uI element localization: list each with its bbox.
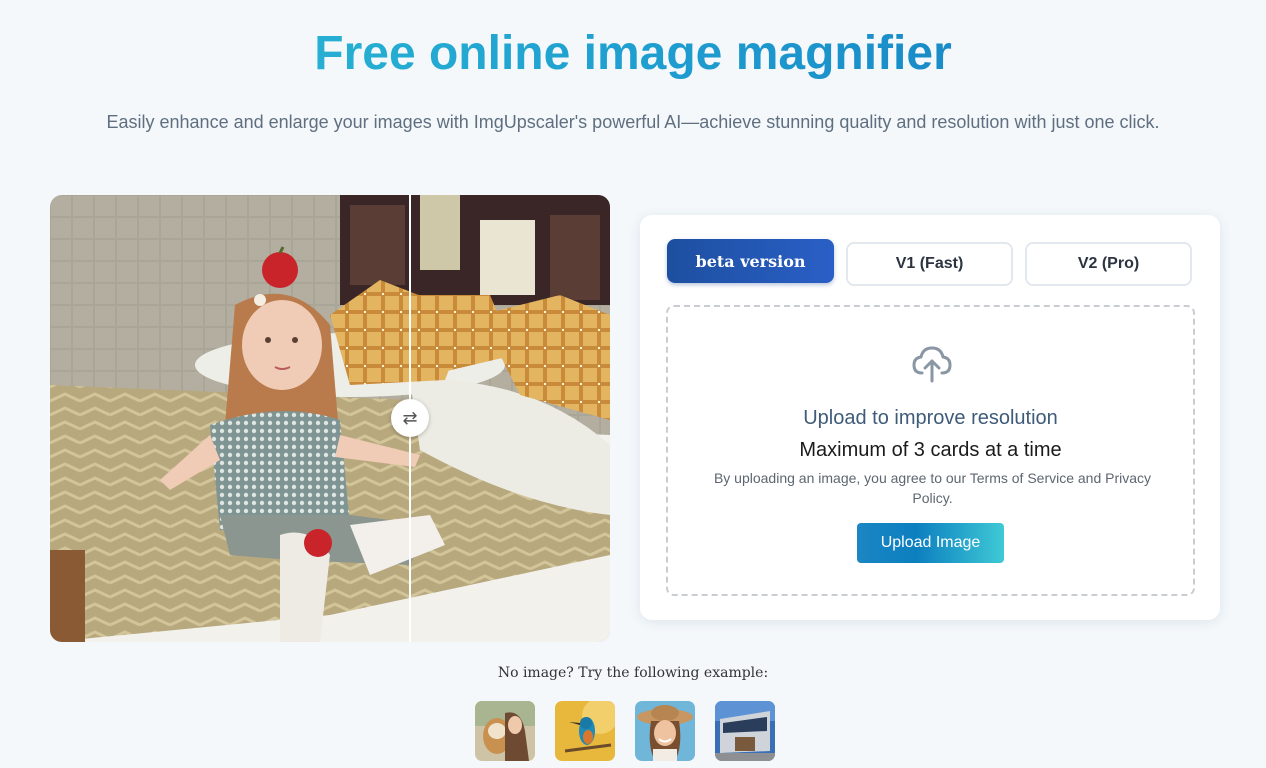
swap-arrows-icon: ⇄ [402,407,418,428]
example-thumb-woman-with-hat[interactable] [635,701,695,761]
upload-image-button[interactable]: Upload Image [857,523,1004,563]
upload-title: Upload to improve resolution [803,407,1058,429]
comparison-image [50,195,610,642]
page-title: Free online image magnifier [0,26,1266,82]
example-thumb-dog-and-woman[interactable] [475,701,535,761]
example-thumb-building[interactable] [715,701,775,761]
compare-slider-handle[interactable]: ⇄ [391,399,429,437]
page-subtitle: Easily enhance and enlarge your images w… [106,112,1160,132]
upload-limit-text: Maximum of 3 cards at a time [799,439,1062,461]
upload-terms-text: By uploading an image, you agree to our … [713,470,1152,506]
upload-card: beta version V1 (Fast) V2 (Pro) Upload t… [640,215,1220,620]
upload-dropzone[interactable]: Upload to improve resolution Maximum of … [666,305,1195,596]
cloud-upload-icon [912,346,952,383]
tab-v2-pro[interactable]: V2 (Pro) [1025,242,1192,286]
before-after-compare[interactable]: ⇄ [50,195,610,642]
tab-v1-fast[interactable]: V1 (Fast) [846,242,1013,286]
examples-label: No image? Try the following example: [497,665,769,681]
example-thumb-kingfisher[interactable] [555,701,615,761]
tab-beta-version[interactable]: beta version [667,239,834,283]
